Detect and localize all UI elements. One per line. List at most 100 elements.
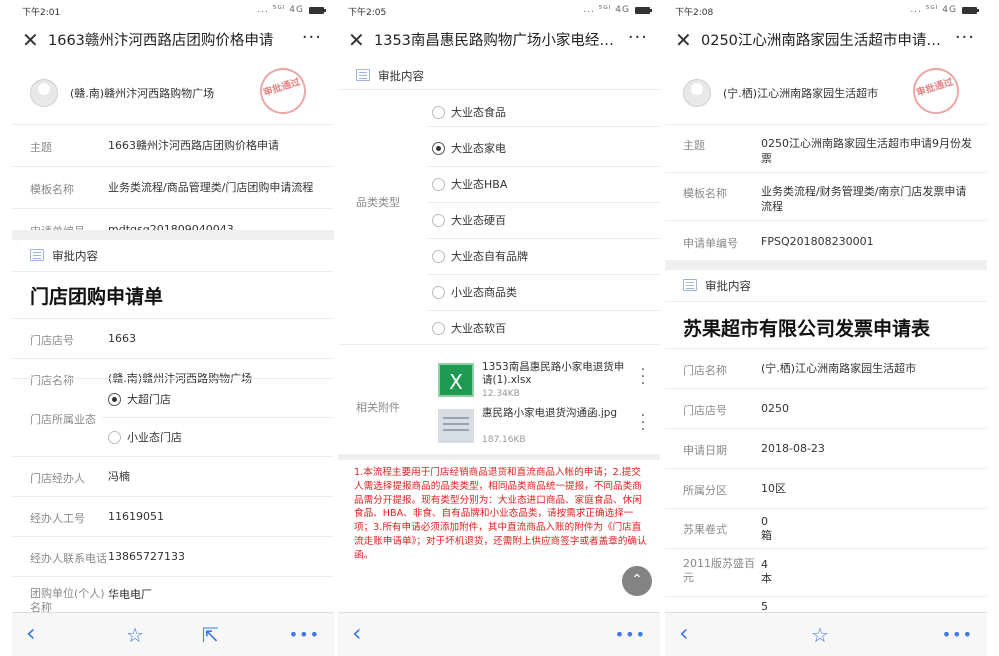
quantity-value: 5: [761, 600, 768, 612]
radio-small-store[interactable]: 小业态门店: [108, 429, 182, 445]
more-dots-icon[interactable]: •••: [289, 623, 320, 647]
business-type-row: 门店所属业态 大超门店 小业态门店: [12, 378, 334, 456]
scroll-top-button[interactable]: ⌃: [622, 566, 652, 596]
field-value: 0250: [761, 402, 789, 415]
field-label: 主题: [30, 141, 52, 154]
quantity-row: 苏果卷式 0 箱: [665, 508, 987, 548]
more-menu-icon[interactable]: ···: [628, 26, 648, 50]
status-bar: 下午2:08 ... ⁵ᴳᴵ 4G: [665, 0, 987, 20]
category-option[interactable]: 大业态软百: [432, 320, 506, 336]
radio-label: 大业态软百: [451, 322, 506, 335]
back-icon[interactable]: ‹: [352, 621, 362, 645]
image-file-icon: [438, 409, 474, 443]
category-option[interactable]: 大业态自有品牌: [432, 248, 528, 264]
field-row: 主题 1663赣州汴河西路店团购价格申请: [12, 124, 334, 166]
detail-content[interactable]: (宁.栖)江心洲南路家园生活超市 审批通过 主题 0250江心洲南路家园生活超市…: [665, 62, 987, 612]
more-dots-icon[interactable]: •••: [615, 623, 646, 647]
section-label: 审批内容: [378, 69, 424, 83]
field-label: 申请日期: [683, 444, 727, 457]
close-icon[interactable]: ✕: [348, 28, 365, 52]
option-divider: [428, 166, 660, 167]
more-dots-icon[interactable]: •••: [942, 623, 973, 647]
field-row: 主题 0250江心洲南路家园生活超市申请9月份发票: [665, 124, 987, 172]
field-row: 申请单编号 FPSQ201808230001: [665, 220, 987, 260]
option-divider: [428, 202, 660, 203]
kebab-menu-icon[interactable]: · · ·: [640, 363, 646, 391]
attachment-item[interactable]: 惠民路小家电退货沟通函.jpg 187.16KB · · ·: [432, 407, 648, 447]
signal-indicator: ... ⁵ᴳᴵ 4G: [583, 5, 630, 15]
category-option[interactable]: 大业态食品: [432, 104, 506, 120]
close-icon[interactable]: ✕: [675, 28, 692, 52]
category-option[interactable]: 大业态HBA: [432, 176, 507, 192]
section-gap: [665, 260, 987, 270]
more-menu-icon[interactable]: ···: [955, 26, 975, 50]
approved-stamp: 审批通过: [907, 62, 965, 120]
field-label: 申请单编号: [683, 237, 738, 250]
radio-empty-icon: [108, 430, 121, 444]
field-value: 1663赣州汴河西路店团购价格申请: [108, 139, 279, 152]
quantity-value: 4: [761, 558, 768, 571]
field-label: 团购单位(个人)名称: [30, 587, 105, 612]
attachments-row: 相关附件 X 1353南昌惠民路小家电退货申请(1).xlsx 12.34KB …: [338, 344, 660, 454]
phone-screen-1: 下午2:01 ... ⁵ᴳᴵ 4G ✕ 1663赣州汴河西路店团购价格申请 ··…: [12, 0, 334, 656]
form-row: 门店经办人 冯楠: [12, 456, 334, 496]
signal-indicator: ... ⁵ᴳᴵ 4G: [257, 5, 304, 15]
field-label: 相关附件: [356, 401, 400, 414]
attachment-name: 1353南昌惠民路小家电退货申请(1).xlsx: [482, 361, 625, 386]
radio-empty-icon: [432, 213, 445, 227]
attachment-size: 187.16KB: [482, 435, 526, 445]
detail-content[interactable]: 审批内容 品类类型 大业态食品 大业态家电 大业态HBA 大业态硬百 大业态自有…: [338, 62, 660, 612]
radio-empty-icon: [432, 105, 445, 119]
back-icon[interactable]: ‹: [679, 621, 689, 645]
section-header: 审批内容: [665, 270, 987, 302]
quantity-row: 2011版苏盛百元 4 本: [665, 548, 987, 596]
more-menu-icon[interactable]: ···: [302, 26, 322, 50]
field-label: 门店店号: [30, 334, 74, 347]
kebab-menu-icon[interactable]: · · ·: [640, 409, 646, 437]
bottom-toolbar: ‹ •••: [338, 612, 660, 656]
radio-empty-icon: [432, 321, 445, 335]
field-label: 主题: [683, 139, 705, 152]
page-title: 1353南昌惠民路购物广场小家电经销...: [374, 33, 620, 49]
applicant-name: (赣.南)赣州汴河西路购物广场: [70, 87, 215, 100]
status-bar: 下午2:01 ... ⁵ᴳᴵ 4G: [12, 0, 334, 20]
category-option[interactable]: 大业态硬百: [432, 212, 506, 228]
applicant-header: (宁.栖)江心洲南路家园生活超市 审批通过: [665, 62, 987, 124]
avatar: [683, 79, 711, 107]
form-row: 团购单位(个人)名称 华电电厂: [12, 576, 334, 612]
process-notice: 1.本流程主要用于门店经销商品退货和直流商品入帐的申请；2.提交人需选择提报商品…: [354, 467, 647, 561]
radio-empty-icon: [432, 285, 445, 299]
form-title: 门店团购申请单: [30, 286, 164, 308]
field-value: 1663: [108, 332, 136, 345]
screenshot-collage: 下午2:01 ... ⁵ᴳᴵ 4G ✕ 1663赣州汴河西路店团购价格申请 ··…: [0, 0, 999, 656]
status-time: 下午2:05: [348, 8, 387, 18]
quantity-unit: 箱: [761, 529, 772, 542]
section-label: 审批内容: [705, 279, 751, 293]
field-value: 业务类流程/财务管理类/南京门店发票申请流程: [761, 185, 967, 213]
field-value: FPSQ201808230001: [761, 235, 874, 248]
radio-label: 大业态家电: [451, 142, 506, 155]
option-divider: [428, 274, 660, 275]
form-row: 经办人联系电话 13865727133: [12, 536, 334, 576]
title-bar: ✕ 0250江心洲南路家园生活超市申请9... ···: [665, 20, 987, 62]
list-icon: [683, 279, 697, 291]
detail-content[interactable]: (赣.南)赣州汴河西路购物广场 审批通过 主题 1663赣州汴河西路店团购价格申…: [12, 62, 334, 612]
star-icon[interactable]: ☆: [811, 623, 829, 647]
field-label: 经办人联系电话: [30, 552, 107, 565]
share-icon[interactable]: ⇱: [202, 623, 219, 647]
field-value: 10区: [761, 482, 786, 495]
radio-selected-icon: [108, 392, 121, 406]
radio-big-store[interactable]: 大超门店: [108, 391, 171, 407]
section-gap: [338, 454, 660, 460]
radio-label: 大超门店: [127, 393, 171, 406]
attachment-item[interactable]: X 1353南昌惠民路小家电退货申请(1).xlsx 12.34KB · · ·: [432, 361, 648, 401]
back-icon[interactable]: ‹: [26, 621, 36, 645]
radio-label: 大业态食品: [451, 106, 506, 119]
field-value: 华电电厂: [108, 588, 152, 601]
star-icon[interactable]: ☆: [126, 623, 144, 647]
category-option[interactable]: 小业态商品类: [432, 284, 517, 300]
field-label: 门店名称: [683, 364, 727, 377]
battery-icon: [635, 7, 652, 14]
close-icon[interactable]: ✕: [22, 28, 39, 52]
category-option[interactable]: 大业态家电: [432, 140, 506, 156]
